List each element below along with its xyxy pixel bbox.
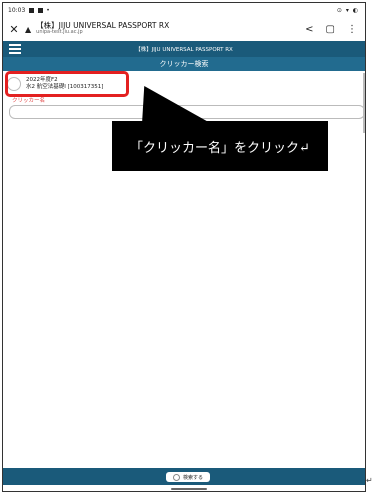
status-time: 10:03 xyxy=(8,6,26,14)
sim-icon xyxy=(38,7,44,13)
app-title: 【株】JIJU UNIVERSAL PASSPORT RX xyxy=(135,47,233,53)
share-icon[interactable]: < xyxy=(305,24,313,35)
app-header: 【株】JIJU UNIVERSAL PASSPORT RX xyxy=(3,41,365,57)
status-bar: 10:03 • ⊙ ▾ ◐ xyxy=(3,3,365,17)
tab-icon[interactable]: ▢ xyxy=(326,24,335,35)
search-button-label: 検索する xyxy=(182,474,203,481)
highlight-box xyxy=(5,71,129,97)
notification-icon xyxy=(29,7,35,13)
scrollbar[interactable] xyxy=(363,73,365,133)
home-indicator xyxy=(171,488,207,490)
more-icon[interactable]: ⋮ xyxy=(347,24,357,35)
search-button[interactable]: 検索する xyxy=(166,472,210,482)
browser-actions: < ▢ ⋮ xyxy=(305,24,357,35)
page-title: クリッカー検索 xyxy=(3,57,365,71)
clicker-name-label: クリッカー名 xyxy=(12,98,46,104)
status-icons: ⊙ ▾ ◐ xyxy=(336,6,359,14)
browser-titles: 【株】JIJU UNIVERSAL PASSPORT RX unipa-test… xyxy=(36,21,169,36)
bottom-bar: 検索する xyxy=(3,468,365,485)
search-icon xyxy=(172,473,180,481)
screen-frame: 10:03 • ⊙ ▾ ◐ ✕ ▲ 【株】JIJU UNIVERSAL PASS… xyxy=(2,2,366,492)
close-icon[interactable]: ✕ xyxy=(3,23,25,36)
margin-mark: ↵ xyxy=(366,476,373,485)
warning-icon: ▲ xyxy=(25,24,32,34)
browser-url: unipa-test.jiu.ac.jp xyxy=(36,29,83,36)
browser-bar: ✕ ▲ 【株】JIJU UNIVERSAL PASSPORT RX unipa-… xyxy=(3,17,365,41)
instruction-callout: 「クリッカー名」をクリック↵ xyxy=(112,121,328,171)
status-dot: • xyxy=(46,6,50,14)
